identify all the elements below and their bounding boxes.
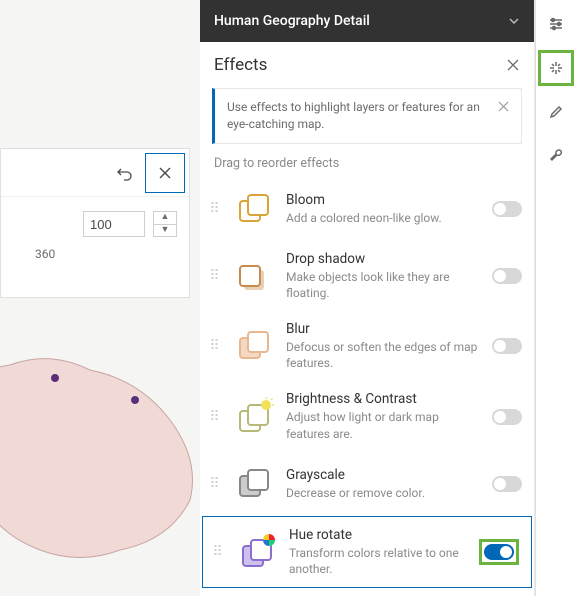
effect-name: Hue rotate <box>289 527 469 543</box>
grayscale-icon <box>232 462 276 506</box>
effect-name: Brightness & Contrast <box>286 391 482 407</box>
effect-name: Blur <box>286 321 482 337</box>
effect-desc: Add a colored neon-like glow. <box>286 210 482 226</box>
drag-handle-icon[interactable]: ⠿ <box>208 414 222 420</box>
drag-handle-icon[interactable]: ⠿ <box>211 549 225 555</box>
edit-button[interactable] <box>538 94 574 130</box>
effect-toggle[interactable] <box>492 201 522 217</box>
value-stepper[interactable]: ▲ ▼ <box>153 211 177 237</box>
effect-row-grayscale[interactable]: ⠿ Grayscale Decrease or remove color. <box>200 452 534 516</box>
hue-rotate-icon <box>235 530 279 574</box>
effects-panel: Human Geography Detail Effects Use effec… <box>200 0 535 596</box>
effect-desc: Adjust how light or dark map features ar… <box>286 409 482 441</box>
close-panel-button[interactable] <box>506 58 520 72</box>
effect-row-blur[interactable]: ⠿ Blur Defocus or soften the edges of ma… <box>200 311 534 381</box>
hue-rotate-popover: ▲ ▼ 360 <box>0 148 190 298</box>
sparkle-icon <box>548 60 564 76</box>
effect-row-brightness-contrast[interactable]: ⠿ Brightness & Contrast Adjust how light… <box>200 381 534 451</box>
effect-desc: Defocus or soften the edges of map featu… <box>286 339 482 371</box>
step-down-icon[interactable]: ▼ <box>154 225 176 237</box>
drag-handle-icon[interactable]: ⠿ <box>208 343 222 349</box>
chevron-down-icon <box>508 15 520 27</box>
sliders-icon <box>548 16 564 32</box>
right-toolbar <box>535 0 575 596</box>
effect-desc: Transform colors relative to one another… <box>289 545 469 577</box>
effect-row-drop-shadow[interactable]: ⠿ Drop shadow Make objects look like the… <box>200 241 534 311</box>
drag-handle-icon[interactable]: ⠿ <box>208 206 222 212</box>
reorder-label: Drag to reorder effects <box>200 154 534 177</box>
effect-name: Grayscale <box>286 467 482 483</box>
bloom-icon <box>232 187 276 231</box>
effects-button[interactable] <box>538 50 574 86</box>
map-landmass <box>0 330 220 590</box>
panel-subtitle: Effects <box>214 55 267 75</box>
drag-handle-icon[interactable]: ⠿ <box>208 273 222 279</box>
toggle-highlight <box>479 539 519 565</box>
effect-name: Bloom <box>286 192 482 208</box>
scale-max-label: 360 <box>35 247 189 261</box>
effects-list: ⠿ Bloom Add a colored neon-like glow. ⠿ … <box>200 177 534 596</box>
drag-handle-icon[interactable]: ⠿ <box>208 481 222 487</box>
effect-desc: Make objects look like they are floating… <box>286 269 482 301</box>
effect-desc: Decrease or remove color. <box>286 485 482 501</box>
effect-row-bloom[interactable]: ⠿ Bloom Add a colored neon-like glow. <box>200 177 534 241</box>
hue-degrees-input[interactable] <box>83 211 145 237</box>
undo-button[interactable] <box>111 159 139 187</box>
brightness-icon <box>232 395 276 439</box>
effect-name: Drop shadow <box>286 251 482 267</box>
effect-toggle[interactable] <box>492 476 522 492</box>
close-popover-button[interactable] <box>145 153 185 193</box>
effect-row-hue-rotate[interactable]: ⠿ Hue rotate Transform colors relative t… <box>202 516 532 588</box>
tools-button[interactable] <box>538 138 574 174</box>
step-up-icon[interactable]: ▲ <box>154 212 176 225</box>
wrench-icon <box>548 148 564 164</box>
pencil-icon <box>548 104 564 120</box>
effect-toggle[interactable] <box>484 544 514 560</box>
effect-toggle[interactable] <box>492 268 522 284</box>
effect-toggle[interactable] <box>492 409 522 425</box>
settings-button[interactable] <box>538 6 574 42</box>
panel-header[interactable]: Human Geography Detail <box>200 0 534 42</box>
tip-text: Use effects to highlight layers or featu… <box>227 99 488 133</box>
effect-toggle[interactable] <box>492 338 522 354</box>
dismiss-tip-button[interactable] <box>498 101 509 112</box>
drop-shadow-icon <box>232 254 276 298</box>
info-tip: Use effects to highlight layers or featu… <box>212 88 522 144</box>
layer-title: Human Geography Detail <box>214 13 370 29</box>
blur-icon <box>232 324 276 368</box>
